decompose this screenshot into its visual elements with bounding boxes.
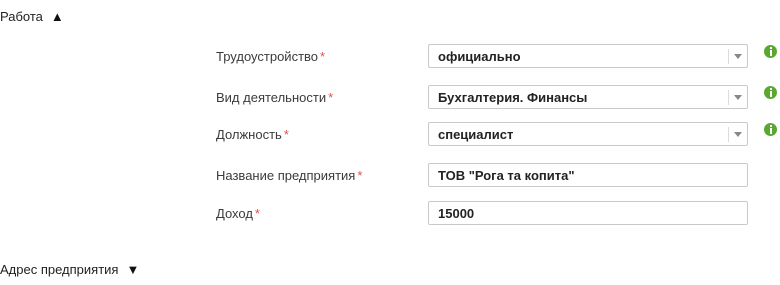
field-label-company-name: Название предприятия * <box>216 168 363 183</box>
income-value: 15000 <box>438 206 475 221</box>
required-marker: * <box>328 90 334 105</box>
position-select[interactable]: специалист <box>428 122 748 146</box>
field-label-position: Должность * <box>216 127 289 142</box>
employment-select[interactable]: официально <box>428 44 748 68</box>
company-name-input[interactable]: ТОВ "Рога та копита" <box>428 163 748 187</box>
position-select-value: специалист <box>438 127 514 142</box>
company-name-value: ТОВ "Рога та копита" <box>438 168 575 183</box>
info-icon[interactable] <box>764 86 777 99</box>
section-toggle-work[interactable]: Работа ▲ <box>0 9 64 24</box>
required-marker: * <box>283 127 289 142</box>
chevron-down-icon[interactable] <box>728 90 747 105</box>
required-marker: * <box>320 49 326 64</box>
activity-select-value: Бухгалтерия. Финансы <box>438 90 588 105</box>
activity-select[interactable]: Бухгалтерия. Финансы <box>428 85 748 109</box>
chevron-down-icon[interactable] <box>728 49 747 64</box>
employment-select-value: официально <box>438 49 521 64</box>
section-toggle-company-address[interactable]: Адрес предприятия ▼ <box>0 262 139 277</box>
form-row-income: Доход * 15000 <box>0 201 780 227</box>
form-row-position: Должность * специалист <box>0 122 780 148</box>
required-marker: * <box>357 168 363 183</box>
form-row-activity: Вид деятельности * Бухгалтерия. Финансы <box>0 85 780 111</box>
required-marker: * <box>254 206 260 221</box>
form-row-employment: Трудоустройство * официально <box>0 44 780 70</box>
section-title-company-address: Адрес предприятия <box>0 262 119 277</box>
income-input[interactable]: 15000 <box>428 201 748 225</box>
field-label-income: Доход * <box>216 206 260 221</box>
collapse-arrow-icon: ▲ <box>50 9 64 24</box>
section-title-work: Работа <box>0 9 43 24</box>
form-row-company-name: Название предприятия * ТОВ "Рога та копит… <box>0 163 780 189</box>
info-icon[interactable] <box>764 123 777 136</box>
field-label-activity: Вид деятельности * <box>216 90 334 105</box>
field-label-employment: Трудоустройство * <box>216 49 326 64</box>
expand-arrow-icon: ▼ <box>126 262 140 277</box>
chevron-down-icon[interactable] <box>728 127 747 142</box>
info-icon[interactable] <box>764 45 777 58</box>
